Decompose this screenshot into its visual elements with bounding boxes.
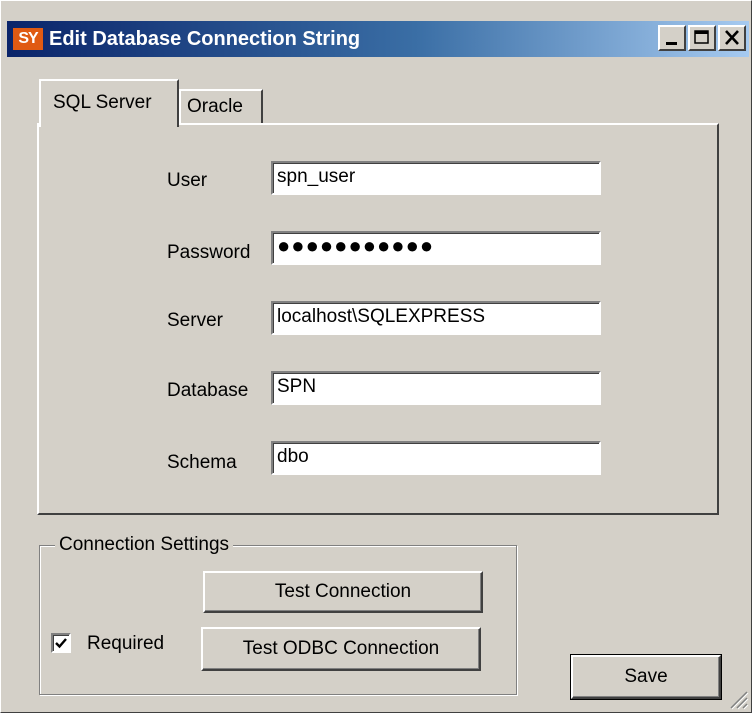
test-connection-button[interactable]: Test Connection — [203, 571, 483, 613]
maximize-icon — [694, 30, 709, 44]
connection-settings-group — [39, 545, 517, 695]
tab-sql-server[interactable]: SQL Server — [39, 79, 179, 127]
connection-settings-legend: Connection Settings — [55, 533, 234, 557]
save-button[interactable]: Save — [570, 654, 722, 700]
app-icon: SY — [13, 28, 43, 50]
dialog-window: SY Edit Database Connection String Oracl… — [0, 0, 752, 713]
sql-server-tab-panel — [37, 123, 719, 515]
test-odbc-connection-button[interactable]: Test ODBC Connection — [201, 627, 481, 671]
required-checkbox[interactable] — [51, 633, 71, 653]
close-icon — [725, 30, 739, 45]
checkmark-icon — [55, 638, 67, 649]
minimize-button[interactable] — [658, 25, 686, 51]
title-bar[interactable]: SY Edit Database Connection String — [7, 21, 749, 57]
tab-oracle[interactable]: Oracle — [179, 89, 263, 123]
window-title: Edit Database Connection String — [49, 28, 361, 50]
maximize-button[interactable] — [688, 25, 716, 51]
required-label: Required — [87, 633, 165, 654]
minimize-icon — [666, 42, 677, 45]
close-button[interactable] — [718, 25, 746, 51]
resize-grip-icon[interactable] — [727, 688, 749, 710]
